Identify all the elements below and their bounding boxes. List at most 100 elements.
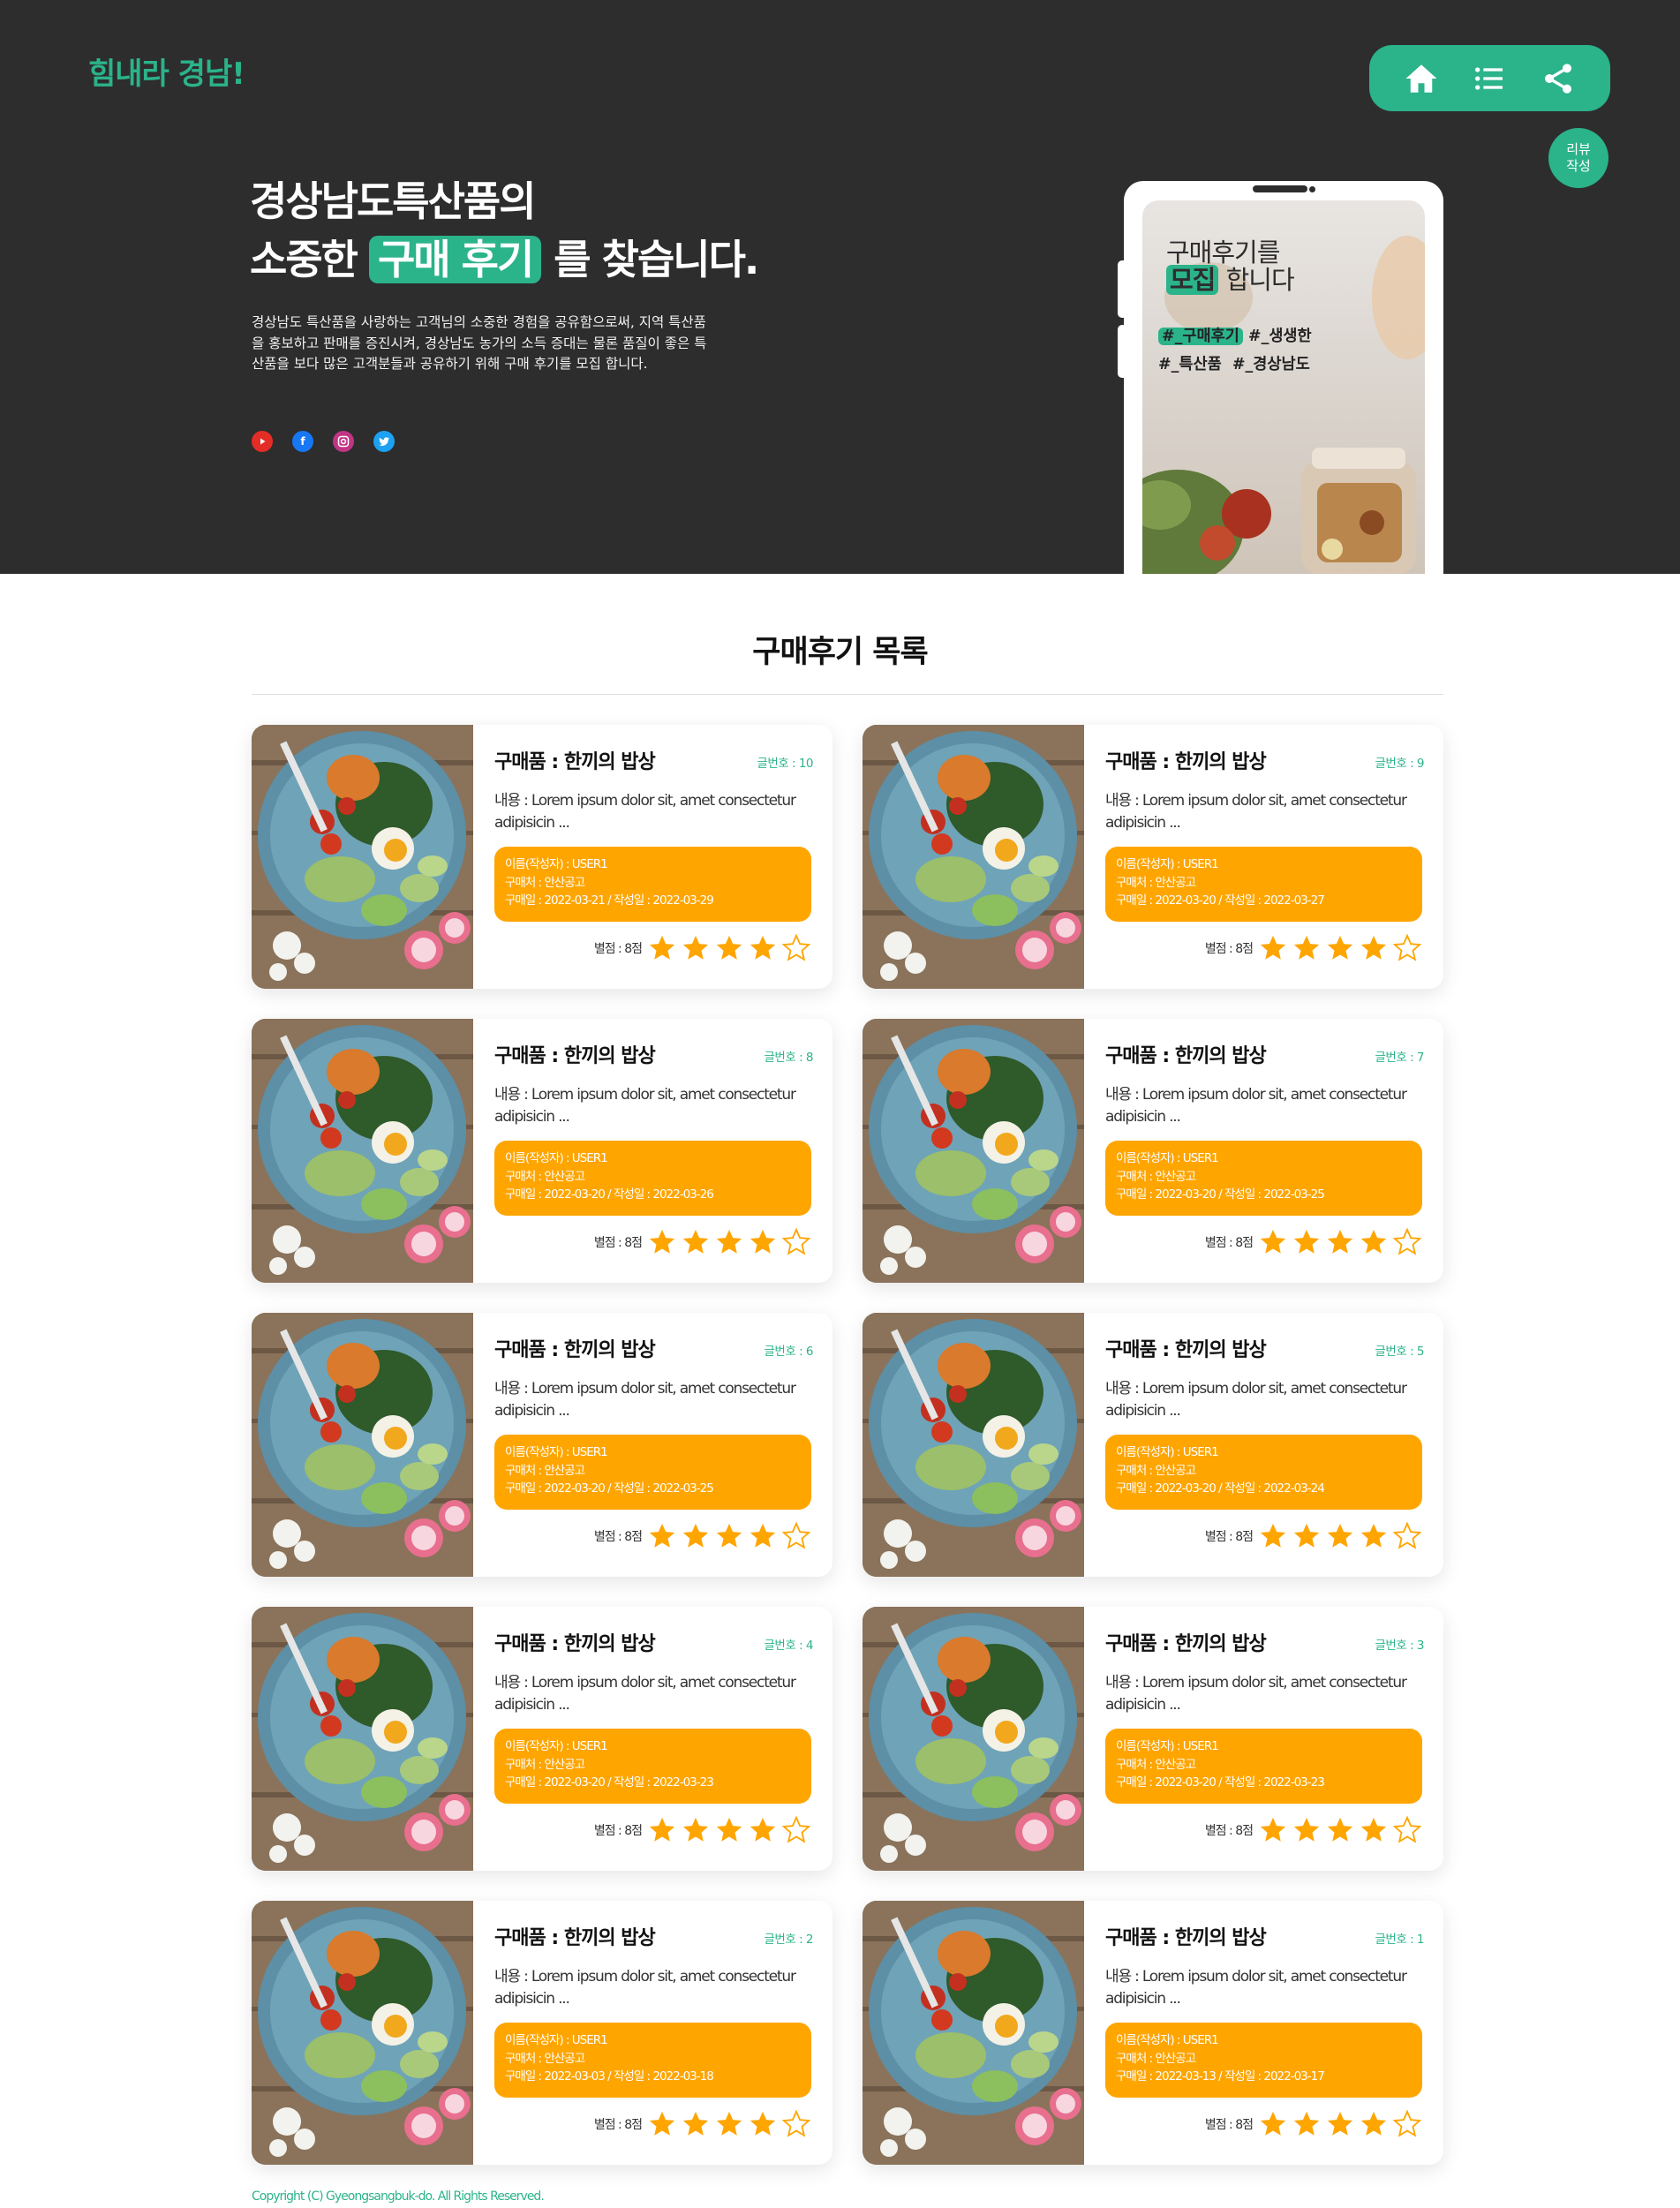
youtube-icon [260, 438, 266, 445]
post-number: 글번호 : 3 [1375, 1639, 1425, 1653]
phone-highlight: 모집 [1166, 265, 1219, 295]
food-thumbnail [252, 1313, 473, 1577]
review-dates: 구매일 : 2022-03-20 / 작성일 : 2022-03-27 [1116, 893, 1325, 908]
rating-text: 별점 : 8점 [1204, 2118, 1254, 2132]
purchase-place: 구매처 : 안산공고 [505, 1757, 585, 1772]
review-dates: 구매일 : 2022-03-21 / 작성일 : 2022-03-29 [505, 893, 714, 908]
star-filled-icon [716, 2111, 742, 2136]
star-filled-icon [1293, 1523, 1320, 1548]
post-number: 글번호 : 8 [764, 1051, 814, 1065]
review-content: 내용 : Lorem ipsum dolor sit, amet consect… [494, 792, 796, 832]
write-review-label: 리뷰 작성 [1566, 141, 1591, 174]
product-name: 구매품 : 한끼의 밥상 [494, 1927, 656, 1949]
phone-line1: 구매후기를 [1166, 237, 1280, 268]
salad-bowl-image [863, 1019, 1084, 1283]
purchase-place: 구매처 : 안산공고 [1116, 1169, 1196, 1184]
review-dates: 구매일 : 2022-03-20 / 작성일 : 2022-03-24 [1116, 1481, 1325, 1496]
review-card[interactable]: 구매품 : 한끼의 밥상 글번호 : 5 내용 : Lorem ipsum do… [863, 1313, 1443, 1577]
star-filled-icon [1260, 2111, 1286, 2136]
phone-line2: 모집 합니다 [1166, 265, 1295, 295]
review-card[interactable]: 구매품 : 한끼의 밥상 글번호 : 10 내용 : Lorem ipsum d… [252, 725, 832, 989]
footer-copyright: Copyright (C) Gyeongsangbuk-do. All Righ… [252, 2189, 545, 2204]
star-filled-icon [1360, 2111, 1387, 2136]
phone-tag-row1: #_구매후기 #_생생한 [1158, 322, 1312, 350]
star-filled-icon [1260, 1523, 1286, 1548]
star-empty-icon [781, 1815, 811, 1843]
review-info-box: 이름(작성자) : USER1 구매처 : 안산공고 구매일 : 2022-03… [494, 2023, 811, 2098]
write-review-button[interactable]: 리뷰 작성 [1548, 128, 1608, 188]
review-card[interactable]: 구매품 : 한끼의 밥상 글번호 : 6 내용 : Lorem ipsum do… [252, 1313, 832, 1577]
review-card[interactable]: 구매품 : 한끼의 밥상 글번호 : 4 내용 : Lorem ipsum do… [252, 1607, 832, 1871]
post-number: 글번호 : 1 [1375, 1933, 1425, 1947]
star-filled-icon [682, 1229, 709, 1254]
review-card[interactable]: 구매품 : 한끼의 밥상 글번호 : 3 내용 : Lorem ipsum do… [863, 1607, 1443, 1871]
rating: 별점 : 8점 [1205, 1521, 1422, 1551]
share-button[interactable] [1536, 57, 1580, 101]
star-filled-icon [1360, 1523, 1387, 1548]
purchase-place: 구매처 : 안산공고 [1116, 2051, 1196, 2066]
instagram-link[interactable] [333, 431, 354, 452]
food-thumbnail [863, 1607, 1084, 1871]
post-number: 글번호 : 7 [1375, 1051, 1425, 1065]
phone-tag-rest: #_생생한 [1247, 328, 1312, 345]
facebook-link[interactable]: f [292, 431, 313, 452]
star-filled-icon [1293, 935, 1320, 960]
star-filled-icon [1293, 2111, 1320, 2136]
review-info-box: 이름(작성자) : USER1 구매처 : 안산공고 구매일 : 2022-03… [494, 1435, 811, 1510]
hero-title-line1: 경상남도특산품의 [250, 177, 537, 225]
salad-bowl-image [252, 1019, 473, 1283]
star-filled-icon [750, 935, 776, 960]
salad-bowl-image [252, 1313, 473, 1577]
rating: 별점 : 8점 [594, 2109, 811, 2139]
home-button[interactable] [1399, 57, 1443, 101]
rating: 별점 : 8점 [594, 1815, 811, 1845]
review-info-box: 이름(작성자) : USER1 구매처 : 안산공고 구매일 : 2022-03… [1105, 847, 1422, 922]
purchase-place: 구매처 : 안산공고 [1116, 875, 1196, 890]
review-card-body: 구매품 : 한끼의 밥상 글번호 : 4 내용 : Lorem ipsum do… [473, 1607, 832, 1871]
review-card[interactable]: 구매품 : 한끼의 밥상 글번호 : 7 내용 : Lorem ipsum do… [863, 1019, 1443, 1283]
review-content: 내용 : Lorem ipsum dolor sit, amet consect… [494, 1674, 796, 1714]
review-card[interactable]: 구매품 : 한끼의 밥상 글번호 : 1 내용 : Lorem ipsum do… [863, 1901, 1443, 2165]
star-filled-icon [750, 1523, 776, 1548]
review-info-box: 이름(작성자) : USER1 구매처 : 안산공고 구매일 : 2022-03… [494, 1729, 811, 1804]
star-filled-icon [716, 1817, 742, 1842]
star-empty-icon [1392, 2109, 1422, 2137]
facebook-icon: f [300, 435, 305, 448]
product-name: 구매품 : 한끼의 밥상 [494, 1045, 656, 1067]
hero-title-part-a: 소중한 [250, 236, 358, 283]
salad-bowl-image [252, 725, 473, 989]
star-filled-icon [716, 1523, 742, 1548]
hero-title: 경상남도특산품의 소중한 구매 후기 를 찾습니다. [250, 172, 759, 289]
review-info-box: 이름(작성자) : USER1 구매처 : 안산공고 구매일 : 2022-03… [1105, 1435, 1422, 1510]
review-card[interactable]: 구매품 : 한끼의 밥상 글번호 : 2 내용 : Lorem ipsum do… [252, 1901, 832, 2165]
review-content: 내용 : Lorem ipsum dolor sit, amet consect… [1105, 1674, 1407, 1714]
review-content: 내용 : Lorem ipsum dolor sit, amet consect… [1105, 1380, 1407, 1420]
star-filled-icon [682, 1817, 709, 1842]
salad-bowl-image [252, 1607, 473, 1871]
rating: 별점 : 8점 [1205, 1227, 1422, 1257]
rating: 별점 : 8점 [594, 1227, 811, 1257]
rating-text: 별점 : 8점 [593, 1824, 643, 1838]
star-empty-icon [1392, 1227, 1422, 1255]
star-filled-icon [649, 2111, 675, 2136]
purchase-place: 구매처 : 안산공고 [1116, 1757, 1196, 1772]
twitter-link[interactable] [373, 431, 395, 452]
review-card[interactable]: 구매품 : 한끼의 밥상 글번호 : 8 내용 : Lorem ipsum do… [252, 1019, 832, 1283]
star-filled-icon [750, 2111, 776, 2136]
review-dates: 구매일 : 2022-03-20 / 작성일 : 2022-03-23 [1116, 1775, 1325, 1790]
menu-button[interactable] [1467, 57, 1511, 101]
review-info-box: 이름(작성자) : USER1 구매처 : 안산공고 구매일 : 2022-03… [1105, 2023, 1422, 2098]
rating: 별점 : 8점 [1205, 933, 1422, 963]
post-number: 글번호 : 4 [764, 1639, 814, 1653]
youtube-link[interactable] [252, 431, 273, 452]
post-number: 글번호 : 9 [1375, 757, 1425, 771]
site-logo[interactable]: 힘내라 경남! [88, 49, 245, 93]
phone-screen-title: 구매후기를 모집 합니다 [1166, 237, 1295, 295]
list-icon [1475, 66, 1503, 90]
star-filled-icon [750, 1229, 776, 1254]
rating: 별점 : 8점 [1205, 1815, 1422, 1845]
product-name: 구매품 : 한끼의 밥상 [1105, 1045, 1267, 1067]
review-card[interactable]: 구매품 : 한끼의 밥상 글번호 : 9 내용 : Lorem ipsum do… [863, 725, 1443, 989]
rating-text: 별점 : 8점 [593, 942, 643, 956]
star-filled-icon [1327, 935, 1353, 960]
